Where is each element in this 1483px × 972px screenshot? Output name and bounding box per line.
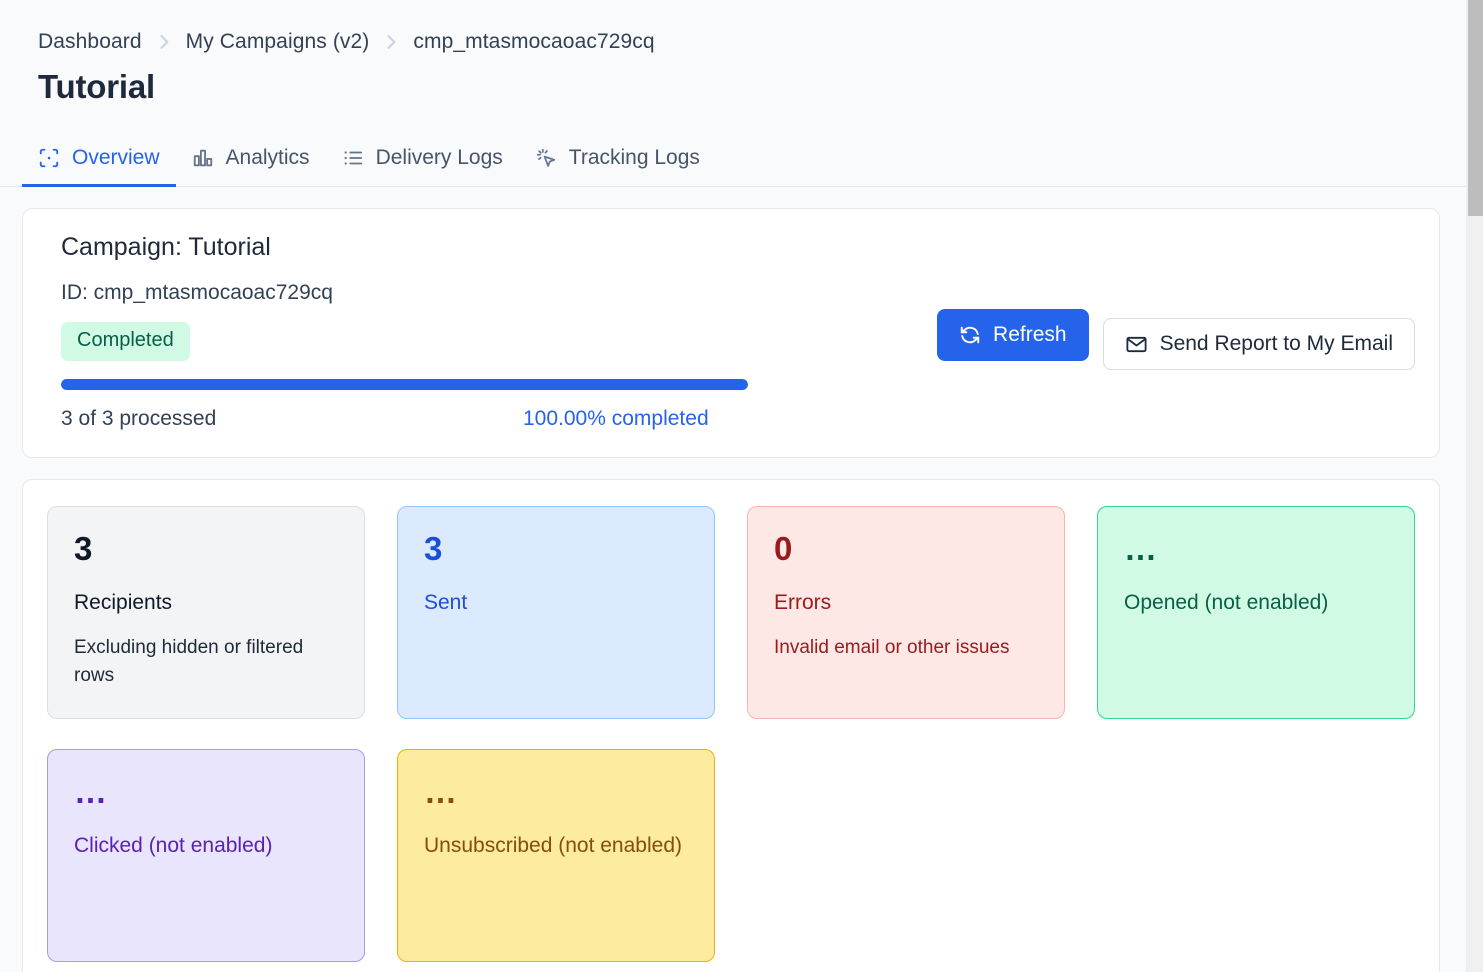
stat-card-recipients: 3 Recipients Excluding hidden or filtere… [47, 506, 365, 719]
status-badge: Completed [61, 322, 190, 361]
breadcrumb: Dashboard My Campaigns (v2) cmp_mtasmoca… [0, 0, 1466, 54]
stat-sub-recipients: Excluding hidden or filtered rows [74, 634, 340, 689]
campaign-id: ID: cmp_mtasmocaoac729cq [39, 281, 1413, 305]
list-icon [342, 147, 364, 169]
stat-label-unsubscribed: Unsubscribed (not enabled) [424, 834, 690, 858]
campaign-title: Campaign: Tutorial [39, 233, 1413, 262]
stat-value-recipients: 3 [74, 531, 340, 567]
vertical-scrollbar-thumb[interactable] [1468, 0, 1483, 216]
tab-delivery-logs-label: Delivery Logs [376, 146, 503, 170]
tab-analytics[interactable]: Analytics [176, 136, 326, 187]
progress-bar-fill [61, 379, 748, 390]
stat-card-opened: … Opened (not enabled) [1097, 506, 1415, 719]
breadcrumb-item-my-campaigns[interactable]: My Campaigns (v2) [186, 30, 370, 54]
page-title: Tutorial [0, 54, 1466, 106]
scan-icon [38, 147, 60, 169]
stat-value-opened: … [1124, 531, 1390, 567]
tab-delivery-logs[interactable]: Delivery Logs [326, 136, 519, 187]
stat-value-clicked: … [74, 774, 340, 810]
stat-value-errors: 0 [774, 531, 1040, 567]
bar-chart-icon [192, 147, 214, 169]
page-scroll-container: Dashboard My Campaigns (v2) cmp_mtasmoca… [0, 0, 1466, 972]
stat-label-recipients: Recipients [74, 591, 340, 615]
tab-analytics-label: Analytics [226, 146, 310, 170]
chevron-right-icon [381, 32, 401, 52]
stat-label-errors: Errors [774, 591, 1040, 615]
processed-count: 3 of 3 processed [61, 407, 523, 431]
campaign-summary-card: Campaign: Tutorial ID: cmp_mtasmocaoac72… [22, 208, 1440, 458]
card-actions: Refresh Send Report to My Email [937, 309, 1415, 370]
stat-sub-errors: Invalid email or other issues [774, 634, 1040, 662]
completed-percent: 100.00% completed [523, 407, 709, 431]
tab-overview-label: Overview [72, 146, 160, 170]
tab-tracking-logs-label: Tracking Logs [569, 146, 700, 170]
refresh-icon [959, 324, 981, 346]
tab-tracking-logs[interactable]: Tracking Logs [519, 136, 716, 187]
refresh-button[interactable]: Refresh [937, 309, 1089, 361]
progress-meta: 3 of 3 processed 100.00% completed [61, 407, 748, 431]
breadcrumb-item-campaign-id[interactable]: cmp_mtasmocaoac729cq [413, 30, 654, 54]
send-report-button[interactable]: Send Report to My Email [1103, 318, 1415, 370]
tab-overview[interactable]: Overview [22, 136, 176, 187]
stat-card-clicked: … Clicked (not enabled) [47, 749, 365, 962]
breadcrumb-item-dashboard[interactable]: Dashboard [38, 30, 142, 54]
stat-value-unsubscribed: … [424, 774, 690, 810]
progress-bar [61, 379, 748, 390]
mail-icon [1125, 333, 1148, 356]
stat-card-errors: 0 Errors Invalid email or other issues [747, 506, 1065, 719]
stats-card: 3 Recipients Excluding hidden or filtere… [22, 479, 1440, 972]
stat-value-sent: 3 [424, 531, 690, 567]
stats-grid: 3 Recipients Excluding hidden or filtere… [47, 506, 1415, 962]
tab-bar: Overview Analytics [0, 136, 1466, 187]
stat-card-unsubscribed: … Unsubscribed (not enabled) [397, 749, 715, 962]
cursor-click-icon [535, 147, 557, 169]
vertical-scrollbar[interactable] [1466, 0, 1483, 972]
stat-label-opened: Opened (not enabled) [1124, 591, 1390, 615]
stat-label-clicked: Clicked (not enabled) [74, 834, 340, 858]
stat-label-sent: Sent [424, 591, 690, 615]
chevron-right-icon [154, 32, 174, 52]
refresh-button-label: Refresh [993, 323, 1067, 347]
stat-card-sent: 3 Sent [397, 506, 715, 719]
send-report-button-label: Send Report to My Email [1160, 332, 1393, 356]
